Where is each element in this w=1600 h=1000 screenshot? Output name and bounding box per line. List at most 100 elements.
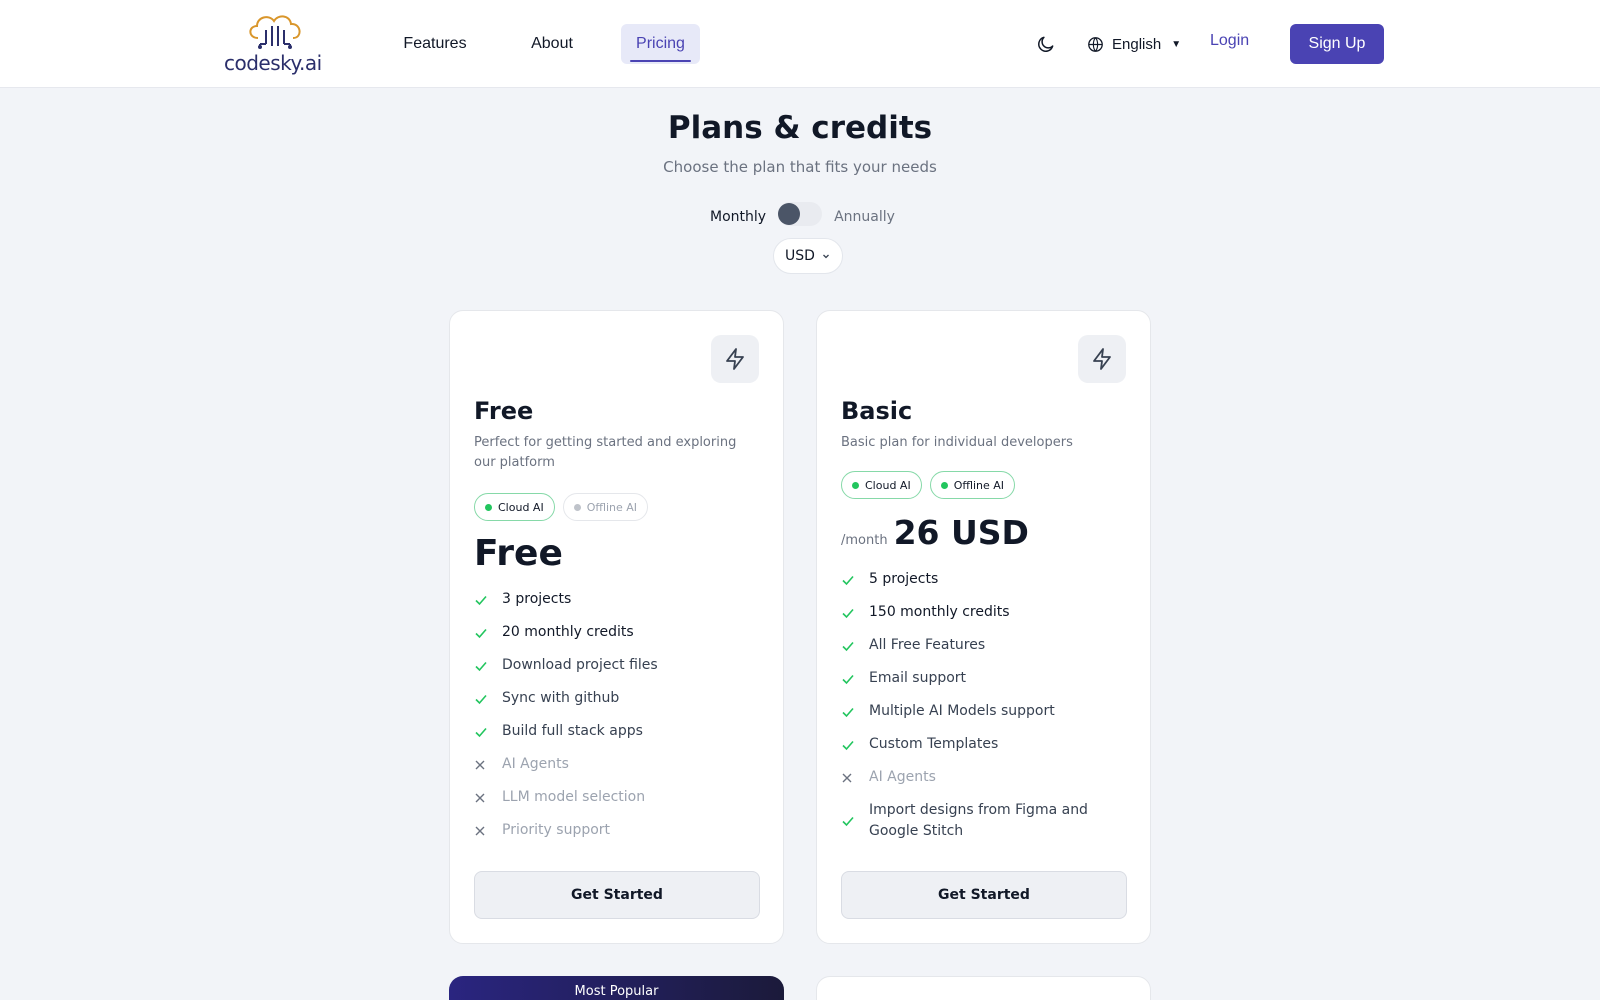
feature-item: All Free Features xyxy=(841,635,1131,656)
check-icon xyxy=(474,622,502,643)
feature-text: Download project files xyxy=(502,657,658,673)
get-started-button[interactable]: Get Started xyxy=(474,871,760,919)
badge-label: Cloud AI xyxy=(498,500,544,514)
feature-item: Import designs from Figma and Google Sti… xyxy=(841,800,1131,842)
plan-card-free: Free Perfect for getting started and exp… xyxy=(449,310,784,944)
page-title: Plans & credits xyxy=(667,110,933,146)
check-icon xyxy=(841,635,869,656)
badge-cloud-ai: Cloud AI xyxy=(841,471,922,499)
badge-label: Offline AI xyxy=(586,500,638,514)
language-label: English xyxy=(1112,35,1162,53)
x-icon xyxy=(841,767,869,788)
nav-features[interactable]: Features xyxy=(398,24,472,64)
badge-offline-ai: Offline AI xyxy=(562,493,649,521)
feature-item: Sync with github xyxy=(474,688,764,709)
x-icon xyxy=(474,754,502,775)
plan-price-row: /month 26 USD xyxy=(841,513,1029,552)
toggle-knob xyxy=(778,203,801,225)
price-period: /month xyxy=(841,533,888,548)
x-icon xyxy=(474,787,502,808)
status-dot xyxy=(485,503,492,511)
feature-item: Email support xyxy=(841,668,1131,689)
feature-text: LLM model selection xyxy=(502,789,646,805)
check-icon xyxy=(841,602,869,623)
badge-label: Offline AI xyxy=(953,478,1005,492)
badge-label: Cloud AI xyxy=(865,478,911,492)
plan-badges: Cloud AI Offline AI xyxy=(841,471,1016,499)
feature-text: Build full stack apps xyxy=(502,723,643,739)
status-dot xyxy=(573,503,581,511)
plan-card-basic: Basic Basic plan for individual develope… xyxy=(816,310,1151,944)
status-dot xyxy=(940,481,948,489)
feature-text: Sync with github xyxy=(502,690,620,706)
top-navbar: codesky.ai Features About Pricing Englis… xyxy=(0,0,1600,88)
feature-item: AI Agents xyxy=(474,754,764,775)
feature-text: Multiple AI Models support xyxy=(869,703,1055,719)
nav-about[interactable]: About xyxy=(526,24,578,64)
nav-pricing[interactable]: Pricing xyxy=(621,24,700,64)
billing-period-switch: Monthly Annually xyxy=(710,202,895,230)
plan-price: 26 USD xyxy=(893,513,1029,552)
badge-cloud-ai: Cloud AI xyxy=(474,493,555,521)
plan-icon xyxy=(1078,335,1126,383)
chevron-down-icon xyxy=(822,254,829,259)
check-icon xyxy=(474,688,502,709)
plan-description: Perfect for getting started and explorin… xyxy=(474,435,737,470)
feature-item: Multiple AI Models support xyxy=(841,701,1131,722)
feature-text: AI Agents xyxy=(869,769,936,785)
chevron-down-icon: ▼ xyxy=(1171,38,1182,50)
feature-list: 3 projects 20 monthly credits Download p… xyxy=(474,589,764,853)
check-icon xyxy=(841,668,869,689)
feature-item: LLM model selection xyxy=(474,787,764,808)
feature-item: 150 monthly credits xyxy=(841,602,1131,623)
signup-button[interactable]: Sign Up xyxy=(1290,24,1384,64)
logo[interactable]: codesky.ai xyxy=(224,12,322,76)
currency-select[interactable]: USD xyxy=(773,238,843,274)
check-icon xyxy=(474,655,502,676)
check-icon xyxy=(474,589,502,610)
billing-toggle[interactable] xyxy=(778,202,823,226)
check-icon xyxy=(841,800,869,842)
most-popular-badge: Most Popular xyxy=(574,984,659,999)
feature-item: Custom Templates xyxy=(841,734,1131,755)
dark-mode-toggle[interactable] xyxy=(1036,34,1056,54)
check-icon xyxy=(841,569,869,590)
lightning-icon xyxy=(1093,348,1111,370)
feature-item: 3 projects xyxy=(474,589,764,610)
feature-item: AI Agents xyxy=(841,767,1131,788)
check-icon xyxy=(841,734,869,755)
feature-item: 5 projects xyxy=(841,569,1131,590)
page-subtitle: Choose the plan that fits your needs xyxy=(663,158,937,176)
plan-name: Basic xyxy=(841,397,913,425)
feature-text: Import designs from Figma and Google Sti… xyxy=(869,802,1088,839)
feature-text: All Free Features xyxy=(869,637,986,653)
plan-card-next xyxy=(816,976,1151,1000)
plan-icon xyxy=(711,335,759,383)
feature-item: Download project files xyxy=(474,655,764,676)
feature-item: 20 monthly credits xyxy=(474,622,764,643)
x-icon xyxy=(474,820,502,841)
feature-text: 5 projects xyxy=(869,571,939,587)
globe-icon xyxy=(1088,36,1103,52)
login-link[interactable]: Login xyxy=(1210,32,1249,50)
feature-text: AI Agents xyxy=(502,756,569,772)
get-started-button[interactable]: Get Started xyxy=(841,871,1127,919)
language-selector[interactable]: English ▼ xyxy=(1087,33,1181,55)
feature-text: Custom Templates xyxy=(869,736,999,752)
badge-offline-ai: Offline AI xyxy=(929,471,1016,499)
feature-item: Build full stack apps xyxy=(474,721,764,742)
plan-description: Basic plan for individual developers xyxy=(841,435,1073,450)
plan-price: Free xyxy=(474,533,563,574)
plan-card-popular: Most Popular xyxy=(449,976,784,1000)
plan-badges: Cloud AI Offline AI xyxy=(474,493,649,521)
lightning-icon xyxy=(726,348,744,370)
monthly-label[interactable]: Monthly xyxy=(710,209,766,225)
status-dot xyxy=(852,481,859,489)
feature-item: Priority support xyxy=(474,820,764,841)
check-icon xyxy=(474,721,502,742)
feature-text: Email support xyxy=(869,670,967,686)
feature-list: 5 projects 150 monthly credits All Free … xyxy=(841,569,1131,854)
annually-label[interactable]: Annually xyxy=(834,209,895,225)
plan-name: Free xyxy=(474,397,534,425)
currency-value: USD xyxy=(785,248,815,264)
